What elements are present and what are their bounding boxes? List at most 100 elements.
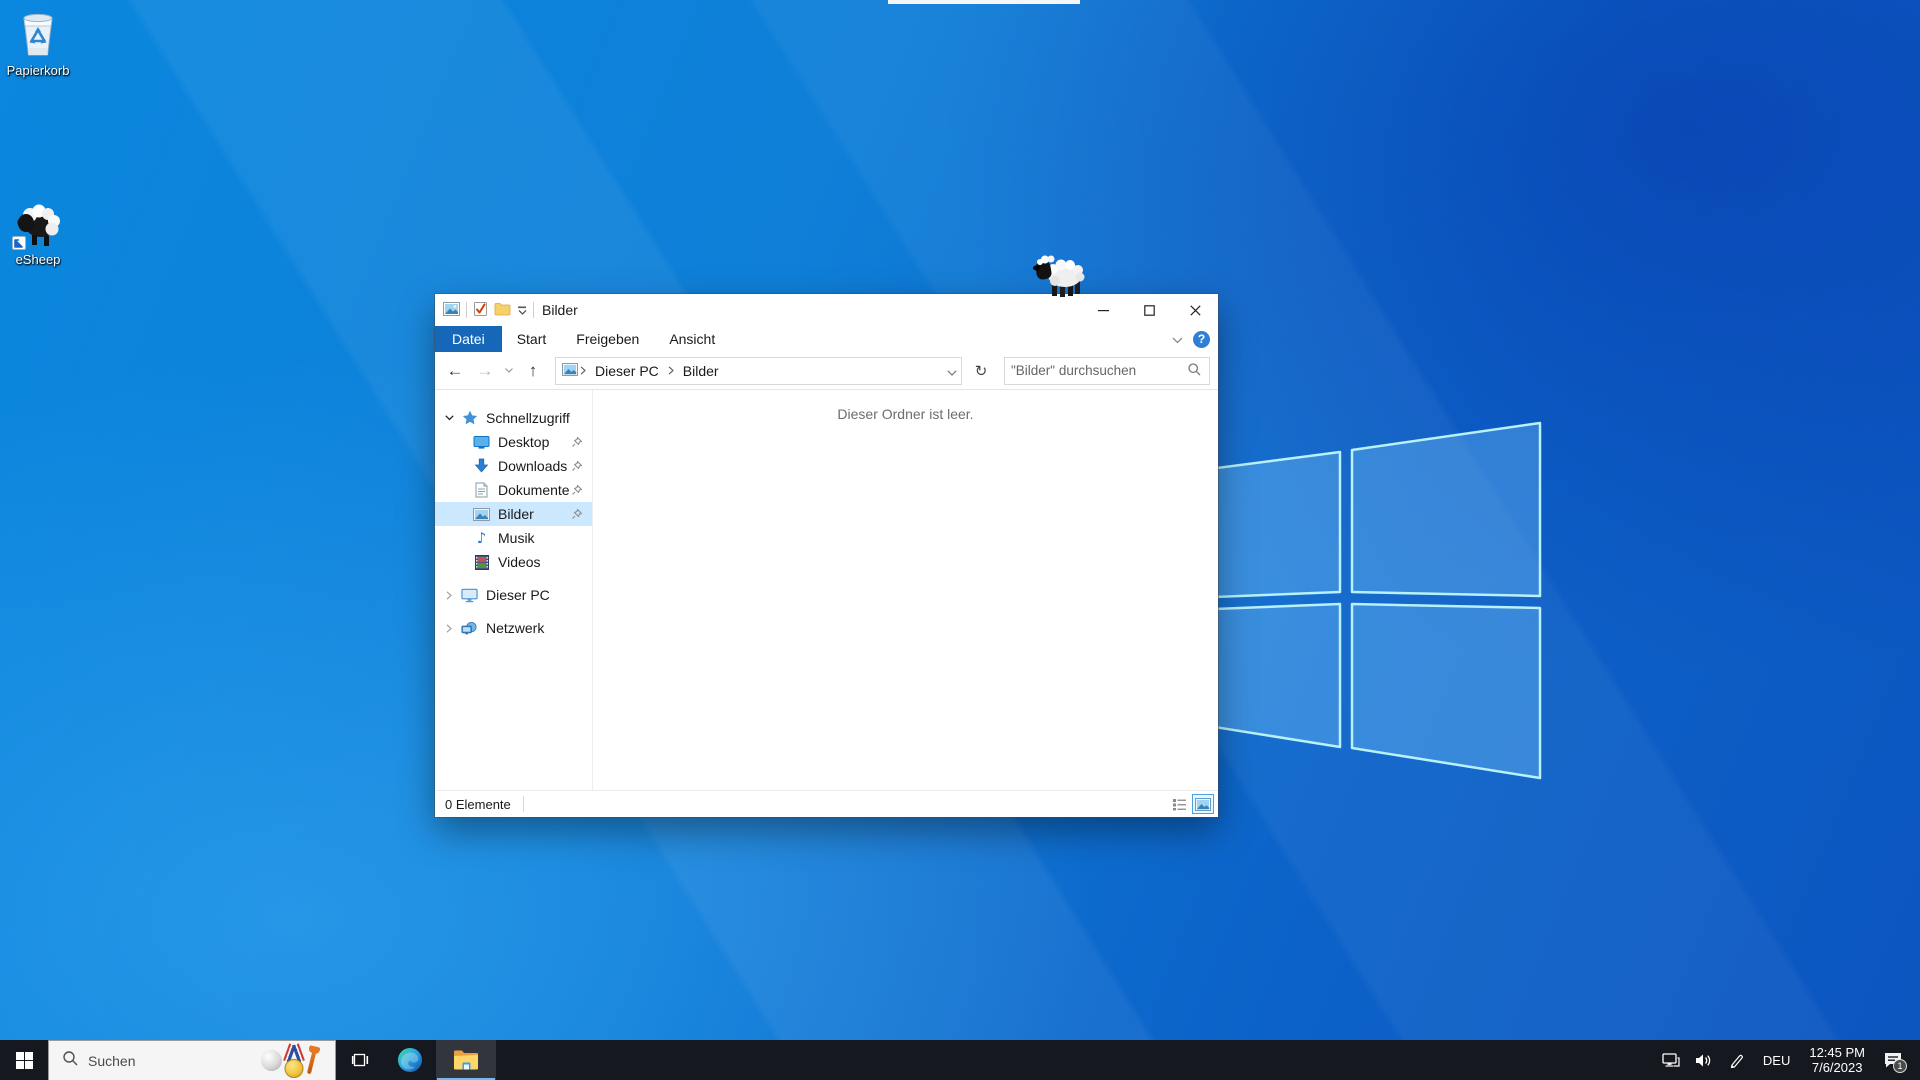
window-title: Bilder bbox=[542, 302, 578, 318]
status-bar: 0 Elemente bbox=[435, 790, 1218, 817]
music-icon: ♪ bbox=[473, 529, 490, 547]
navigation-bar: ← → ↑ Dieser PC Bilder bbox=[435, 352, 1218, 390]
recent-locations-chevron[interactable] bbox=[501, 357, 517, 385]
folder-content-area[interactable]: Dieser Ordner ist leer. bbox=[593, 390, 1218, 790]
item-count: 0 Elemente bbox=[445, 797, 511, 812]
expand-ribbon-chevron-icon[interactable] bbox=[1172, 331, 1183, 347]
network-icon[interactable] bbox=[1658, 1040, 1684, 1080]
sidebar-item-videos[interactable]: Videos bbox=[435, 550, 592, 574]
taskbar-file-explorer-button[interactable] bbox=[436, 1040, 496, 1080]
address-dropdown-chevron[interactable] bbox=[947, 363, 957, 379]
sidebar-item-downloads[interactable]: Downloads bbox=[435, 454, 592, 478]
volume-icon[interactable] bbox=[1691, 1040, 1717, 1080]
forward-button[interactable]: → bbox=[471, 357, 499, 385]
breadcrumb-chevron-icon[interactable] bbox=[666, 366, 676, 375]
breadcrumb-bilder[interactable]: Bilder bbox=[676, 363, 726, 379]
network-icon bbox=[461, 621, 478, 636]
esheep-icon bbox=[14, 203, 62, 250]
quick-access-toolbar bbox=[443, 301, 534, 320]
search-icon bbox=[1186, 363, 1209, 379]
address-bar[interactable]: Dieser PC Bilder bbox=[555, 357, 962, 385]
sidebar-item-musik[interactable]: ♪ Musik bbox=[435, 526, 592, 550]
titlebar[interactable]: Bilder bbox=[435, 294, 1218, 326]
large-icons-view-button[interactable] bbox=[1192, 794, 1214, 814]
back-button[interactable]: ← bbox=[441, 357, 469, 385]
top-edge-window-sliver bbox=[888, 0, 1080, 4]
file-explorer-window: Bilder Datei Start Freigeben Ansicht bbox=[435, 294, 1218, 817]
empty-folder-message: Dieser Ordner ist leer. bbox=[593, 406, 1218, 422]
shortcut-arrow-icon bbox=[12, 236, 26, 250]
clock[interactable]: 12:45 PM 7/6/2023 bbox=[1803, 1045, 1871, 1075]
tab-datei[interactable]: Datei bbox=[435, 326, 502, 352]
search-icon bbox=[49, 1051, 88, 1071]
pin-icon bbox=[572, 482, 582, 498]
quick-access-star-icon bbox=[461, 410, 478, 426]
ribbon-tab-bar: Datei Start Freigeben Ansicht ? bbox=[435, 326, 1218, 352]
pin-icon bbox=[572, 458, 582, 474]
clock-time: 12:45 PM bbox=[1809, 1045, 1865, 1060]
refresh-button[interactable]: ↻ bbox=[968, 357, 994, 385]
chevron-down-icon[interactable] bbox=[443, 415, 455, 421]
desktop-icon-label: Papierkorb bbox=[0, 63, 76, 78]
folder-search-box[interactable] bbox=[1004, 357, 1210, 385]
breadcrumb-chevron-icon bbox=[578, 366, 588, 375]
language-indicator[interactable]: DEU bbox=[1757, 1053, 1796, 1068]
sidebar-item-dokumente[interactable]: Dokumente bbox=[435, 478, 592, 502]
sidebar-item-schnellzugriff[interactable]: Schnellzugriff bbox=[435, 406, 592, 430]
maximize-button[interactable] bbox=[1126, 294, 1172, 326]
properties-button[interactable] bbox=[473, 301, 488, 320]
sidebar-item-netzwerk[interactable]: Netzwerk bbox=[435, 616, 592, 640]
help-button[interactable]: ? bbox=[1193, 331, 1210, 348]
up-button[interactable]: ↑ bbox=[519, 357, 547, 385]
desktop-icon-label: eSheep bbox=[0, 252, 76, 267]
system-tray: DEU 12:45 PM 7/6/2023 1 bbox=[1658, 1040, 1920, 1080]
desktop-icon-esheep[interactable]: eSheep bbox=[0, 203, 76, 267]
tab-start[interactable]: Start bbox=[502, 326, 562, 352]
documents-icon bbox=[473, 482, 490, 498]
customize-quick-access-button[interactable] bbox=[517, 306, 527, 315]
details-view-button[interactable] bbox=[1168, 794, 1190, 814]
new-folder-button[interactable] bbox=[494, 302, 511, 319]
this-pc-icon bbox=[461, 588, 478, 603]
esheep-sprite[interactable] bbox=[1033, 255, 1089, 299]
pin-icon bbox=[572, 434, 582, 450]
desktop-icon-recycle-bin[interactable]: Papierkorb bbox=[0, 10, 76, 78]
caption-buttons bbox=[1080, 294, 1218, 326]
start-button[interactable] bbox=[0, 1040, 48, 1080]
breadcrumb-folder-icon bbox=[562, 363, 578, 379]
task-view-icon bbox=[351, 1052, 369, 1068]
sidebar-item-desktop[interactable]: Desktop bbox=[435, 430, 592, 454]
window-pictures-icon bbox=[443, 302, 460, 319]
recycle-bin-icon bbox=[16, 10, 60, 61]
sidebar-item-dieser-pc[interactable]: Dieser PC bbox=[435, 583, 592, 607]
task-view-button[interactable] bbox=[336, 1040, 384, 1080]
windows-logo-icon bbox=[16, 1052, 33, 1069]
notification-count-badge: 1 bbox=[1893, 1059, 1907, 1073]
taskbar: DEU 12:45 PM 7/6/2023 1 bbox=[0, 1040, 1920, 1080]
navigation-pane: Schnellzugriff Desktop Downloads bbox=[435, 390, 593, 790]
breadcrumb-dieser-pc[interactable]: Dieser PC bbox=[588, 363, 666, 379]
videos-icon bbox=[473, 555, 490, 570]
folder-search-input[interactable] bbox=[1005, 363, 1186, 378]
pin-icon bbox=[572, 506, 582, 522]
golf-ball-icon bbox=[261, 1050, 282, 1071]
search-highlight-golf-illustration[interactable] bbox=[261, 1041, 335, 1080]
desktop: Papierkorb eSheep bbox=[0, 0, 1920, 1080]
downloads-icon bbox=[473, 458, 490, 474]
sidebar-item-bilder[interactable]: Bilder bbox=[435, 502, 592, 526]
tab-freigeben[interactable]: Freigeben bbox=[561, 326, 654, 352]
taskbar-search-input[interactable] bbox=[88, 1053, 261, 1069]
taskbar-search-box[interactable] bbox=[48, 1040, 336, 1080]
chevron-right-icon[interactable] bbox=[443, 591, 455, 600]
chevron-right-icon[interactable] bbox=[443, 624, 455, 633]
action-center-button[interactable]: 1 bbox=[1878, 1040, 1908, 1080]
pictures-icon bbox=[473, 508, 490, 521]
desktop-folder-icon bbox=[473, 435, 490, 450]
clock-date: 7/6/2023 bbox=[1809, 1060, 1865, 1075]
file-explorer-icon bbox=[453, 1049, 479, 1071]
taskbar-edge-button[interactable] bbox=[384, 1040, 436, 1080]
tab-ansicht[interactable]: Ansicht bbox=[654, 326, 730, 352]
edge-icon bbox=[397, 1047, 423, 1073]
close-button[interactable] bbox=[1172, 294, 1218, 326]
windows-ink-pen-icon[interactable] bbox=[1724, 1040, 1750, 1080]
